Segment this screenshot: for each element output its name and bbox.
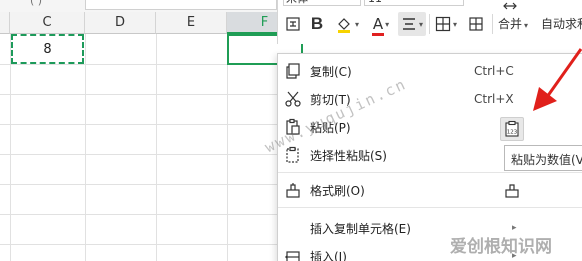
paste-special-icon [284, 146, 302, 164]
autosum-button[interactable]: 自动求和 [541, 15, 582, 32]
format-painter-side-icon[interactable] [500, 178, 524, 202]
chevron-down-icon: ▾ [452, 19, 457, 29]
menu-item-label: 选择性粘贴(S) [310, 148, 387, 163]
column-header-e[interactable]: E [156, 12, 227, 34]
merge-label: 合并 [498, 17, 523, 31]
column-header-d[interactable]: D [85, 12, 156, 34]
merge-button[interactable]: 合并 ▾ [498, 15, 528, 32]
chevron-down-icon: ▾ [385, 19, 390, 29]
menu-item-label: 复制(C) [310, 64, 352, 79]
font-color-button[interactable]: A ▾ [366, 12, 396, 36]
border-button[interactable]: ▾ [432, 12, 460, 36]
gridline [85, 34, 86, 261]
copied-cell-c[interactable]: 8 [11, 34, 84, 64]
chevron-down-icon: ▾ [354, 19, 359, 29]
brand-watermark: 爱创根知识网 [450, 237, 552, 257]
insert-icon [284, 247, 302, 261]
toolbar-separator [429, 14, 430, 34]
formula-input[interactable] [85, 0, 277, 10]
topstrip-symbol: ( ) [30, 0, 43, 7]
font-size-box[interactable]: 11 [364, 0, 464, 6]
chevron-down-icon: ▾ [524, 21, 529, 30]
format-painter-icon [284, 181, 302, 199]
paste-values-icon-text: 123 [507, 130, 518, 136]
font-name-box[interactable]: 宋体 [283, 0, 361, 6]
fill-color-button[interactable]: ▾ [332, 12, 362, 36]
paste-values-tooltip: 粘贴为数值(V) [504, 145, 582, 171]
gridline [227, 34, 228, 261]
menu-item-label: 插入(I) [310, 249, 347, 261]
copy-icon [284, 62, 302, 80]
menu-separator [278, 207, 582, 208]
convert-icon[interactable] [282, 12, 304, 36]
chevron-down-icon: ▾ [418, 19, 423, 29]
menu-item-shortcut: Ctrl+X [474, 92, 514, 106]
menu-separator [278, 172, 582, 173]
menu-item-shortcut: Ctrl+C [474, 64, 514, 78]
grid-layout-icon[interactable] [464, 12, 488, 36]
paste-values-icon[interactable]: 123 [500, 117, 524, 141]
gridline [10, 34, 11, 261]
cut-icon [284, 90, 302, 108]
row-header-corner [0, 12, 10, 34]
red-arrow-icon [533, 48, 582, 111]
toolbar-separator [492, 14, 493, 34]
menu-item-format-painter[interactable]: 格式刷(O) [278, 176, 582, 204]
menu-item-label: 格式刷(O) [310, 183, 365, 198]
menu-item-label: 插入复制单元格(E) [310, 221, 411, 236]
align-center-button[interactable]: ▾ [398, 12, 426, 36]
gridline [156, 34, 157, 261]
bold-button[interactable]: B [306, 12, 328, 36]
mini-toolbar: 宋体 11 B ▾ A ▾ ▾ ▾ 合并▾ 自动求和 [277, 0, 582, 44]
column-header-c[interactable]: C [10, 12, 85, 34]
font-color-label: A [372, 15, 384, 33]
merge-icon [500, 0, 520, 12]
